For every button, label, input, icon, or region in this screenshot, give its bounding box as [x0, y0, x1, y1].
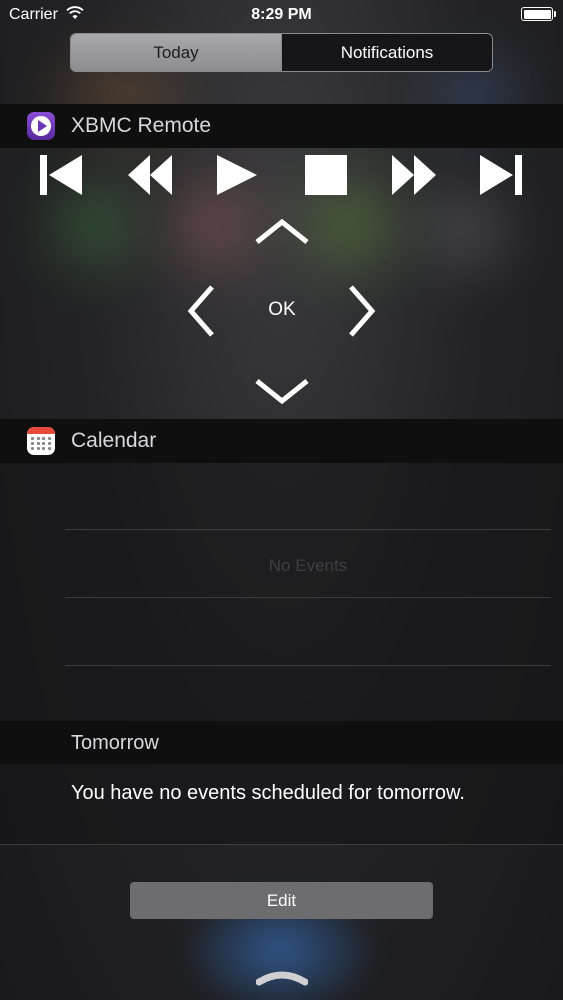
skip-previous-icon[interactable]: [40, 155, 82, 195]
calendar-divider: [65, 597, 551, 598]
today-notifications-segmented-control: Today Notifications: [70, 33, 493, 72]
calendar-events-area: [0, 463, 563, 721]
ok-button[interactable]: OK: [262, 299, 302, 321]
edit-button[interactable]: Edit: [130, 882, 433, 919]
battery-icon: [521, 7, 556, 21]
chevron-left-icon[interactable]: [186, 284, 216, 338]
tab-today[interactable]: Today: [71, 34, 281, 71]
no-events-label: No Events: [268, 556, 348, 575]
calendar-divider: [65, 665, 551, 666]
chevron-right-icon[interactable]: [347, 284, 377, 338]
calendar-widget-header[interactable]: Calendar: [0, 419, 563, 463]
clock-time: 8:29 PM: [251, 6, 312, 23]
calendar-divider: [65, 529, 551, 530]
fast-forward-icon[interactable]: [392, 155, 436, 195]
status-bar: Carrier 8:29 PM: [0, 0, 563, 30]
tomorrow-section-header: Tomorrow: [0, 721, 563, 764]
xbmc-app-icon: [27, 112, 55, 140]
skip-next-icon[interactable]: [480, 155, 522, 195]
xbmc-widget-header[interactable]: XBMC Remote: [0, 104, 563, 148]
battery-fill: [523, 9, 551, 19]
grabber-handle-icon[interactable]: [255, 968, 309, 986]
bottom-divider: [0, 844, 563, 845]
calendar-app-icon: [27, 427, 55, 455]
calendar-widget-title: Calendar: [71, 429, 157, 452]
rewind-icon[interactable]: [128, 155, 172, 195]
xbmc-widget-title: XBMC Remote: [71, 114, 212, 137]
tab-notifications[interactable]: Notifications: [281, 34, 492, 71]
play-icon[interactable]: [217, 155, 257, 195]
stop-icon[interactable]: [305, 155, 347, 195]
tomorrow-message: You have no events scheduled for tomorro…: [71, 782, 465, 804]
chevron-up-icon[interactable]: [254, 219, 310, 245]
tomorrow-title: Tomorrow: [71, 732, 159, 754]
chevron-down-icon[interactable]: [254, 378, 310, 404]
